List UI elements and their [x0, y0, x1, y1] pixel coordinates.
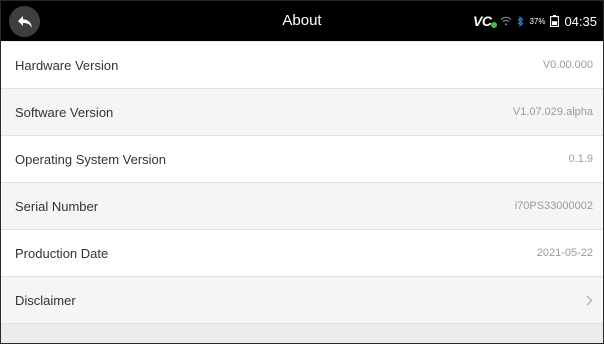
bluetooth-icon — [518, 15, 524, 27]
about-info-list: Hardware Version V0.00.000 Software Vers… — [1, 42, 603, 324]
disclaimer-row[interactable]: Disclaimer — [1, 277, 603, 324]
about-screen: About VC 37% 04:35 Hardware Version V0.0… — [0, 0, 604, 344]
clock: 04:35 — [564, 13, 597, 29]
vci-connection-icon: VC — [472, 13, 498, 29]
hardware-version-row: Hardware Version V0.00.000 — [1, 42, 603, 89]
row-label: Serial Number — [15, 198, 99, 214]
chevron-right-icon — [586, 295, 593, 306]
status-bar: VC 37% 04:35 — [473, 1, 597, 41]
row-value: V0.00.000 — [542, 59, 593, 71]
battery-percent: 37% — [529, 16, 546, 26]
row-label: Disclaimer — [15, 292, 76, 308]
row-value: i70PS33000002 — [514, 200, 593, 212]
row-value: V1.07.029.alpha — [512, 106, 593, 118]
row-label: Hardware Version — [15, 57, 119, 73]
production-date-row: Production Date 2021-05-22 — [1, 230, 603, 277]
wifi-icon — [500, 16, 512, 26]
top-bar: About VC 37% 04:35 — [1, 1, 603, 41]
row-label: Software Version — [15, 104, 114, 120]
os-version-row: Operating System Version 0.1.9 — [1, 136, 603, 183]
serial-number-row: Serial Number i70PS33000002 — [1, 183, 603, 230]
vci-status-dot — [491, 22, 498, 28]
row-label: Production Date — [15, 245, 109, 261]
vci-label: VC — [472, 13, 492, 29]
back-arrow-icon — [17, 15, 32, 28]
back-button[interactable] — [9, 6, 40, 37]
battery-icon — [550, 15, 560, 27]
software-version-row: Software Version V1.07.029.alpha — [1, 89, 603, 136]
row-value: 2021-05-22 — [536, 247, 593, 259]
row-value: 0.1.9 — [568, 153, 593, 165]
row-label: Operating System Version — [15, 151, 167, 167]
